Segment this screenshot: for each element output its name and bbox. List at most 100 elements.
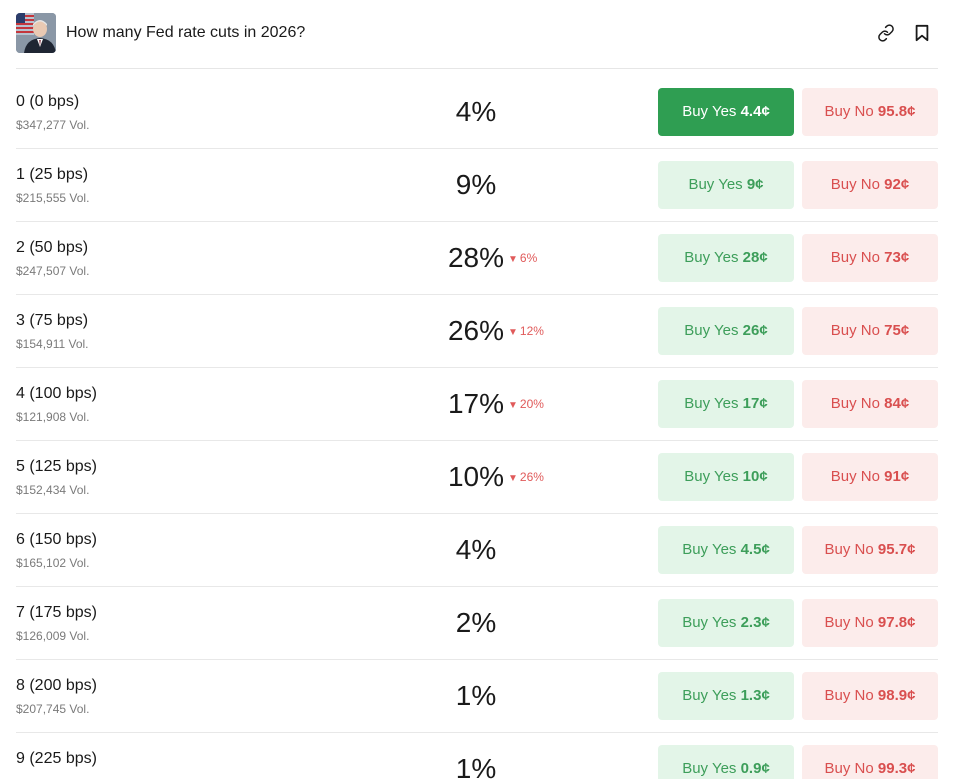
buy-no-price: 95.8¢ [877,103,916,120]
buy-yes-button[interactable]: Buy Yes 4.4¢ [658,88,794,136]
buy-no-price: 99.3¢ [877,760,916,777]
buy-no-price: 95.7¢ [877,541,916,558]
outcome-label: 4 (100 bps) [16,385,97,402]
avatar-image [16,13,56,53]
down-triangle-icon: ▼ [508,400,518,411]
bookmark-icon [915,24,929,42]
buy-yes-price: 1.3¢ [740,687,770,704]
down-triangle-icon: ▼ [508,473,518,484]
outcome-row[interactable]: 9 (225 bps) 1% Buy Yes 0.9¢ Buy No 99.3¢ [16,733,938,779]
buy-no-label: Buy No [830,322,880,339]
buy-yes-price: 9¢ [746,176,764,193]
buy-yes-price: 17¢ [742,395,768,412]
buy-no-label: Buy No [824,614,874,631]
buy-yes-button[interactable]: Buy Yes 2.3¢ [658,599,794,647]
outcome-label: 2 (50 bps) [16,239,89,256]
outcome-row[interactable]: 5 (125 bps) $152,434 Vol. 10% ▼ 26% Buy Yes 1… [16,441,938,514]
change-value: 20% [519,397,544,411]
outcome-label: 8 (200 bps) [16,677,97,694]
buy-no-button[interactable]: Buy No 97.8¢ [802,599,938,647]
buy-no-label: Buy No [830,395,880,412]
outcome-row[interactable]: 7 (175 bps) $126,009 Vol. 2% Buy Yes 2.3¢ Bu… [16,587,938,660]
outcome-row[interactable]: 6 (150 bps) $165,102 Vol. 4% Buy Yes 4.5¢ Bu… [16,514,938,587]
outcome-label: 9 (225 bps) [16,750,97,767]
buy-yes-button[interactable]: Buy Yes 9¢ [658,161,794,209]
outcome-row[interactable]: 2 (50 bps) $247,507 Vol. 28% ▼ 6% Buy Yes 28¢… [16,222,938,295]
probability-change: ▼ 20% [508,397,544,413]
buy-yes-label: Buy Yes [684,249,739,266]
outcome-label: 5 (125 bps) [16,458,97,475]
outcome-volume: $215,555 Vol. [16,191,90,205]
buy-yes-label: Buy Yes [682,103,737,120]
buy-yes-button[interactable]: Buy Yes 26¢ [658,307,794,355]
buy-yes-price: 28¢ [742,249,768,266]
buy-no-button[interactable]: Buy No 98.9¢ [802,672,938,720]
outcome-row[interactable]: 1 (25 bps) $215,555 Vol. 9% Buy Yes 9¢ Buy N… [16,149,938,222]
outcome-probability: 1% [455,753,497,779]
outcome-volume: $154,911 Vol. [16,337,89,351]
outcome-volume: $207,745 Vol. [16,702,90,716]
buy-yes-button[interactable]: Buy Yes 0.9¢ [658,745,794,779]
outcome-label: 3 (75 bps) [16,312,89,329]
buy-no-label: Buy No [830,176,880,193]
buy-no-price: 84¢ [884,395,910,412]
market-page: How many Fed rate cuts in 2026? 0 (0 bps… [0,0,968,779]
down-triangle-icon: ▼ [508,327,518,338]
market-avatar [16,13,56,53]
buy-yes-label: Buy Yes [684,322,739,339]
buy-no-price: 73¢ [884,249,910,266]
outcome-row[interactable]: 0 (0 bps) $347,277 Vol. 4% Buy Yes 4.4¢ Buy … [16,76,938,149]
outcome-probability: 2% [455,607,497,638]
copy-link-button[interactable] [874,21,898,45]
down-triangle-icon: ▼ [508,254,518,265]
outcome-row[interactable]: 4 (100 bps) $121,908 Vol. 17% ▼ 20% Buy Yes 1… [16,368,938,441]
buy-yes-button[interactable]: Buy Yes 1.3¢ [658,672,794,720]
outcome-label: 0 (0 bps) [16,93,80,110]
buy-yes-label: Buy Yes [684,468,739,485]
probability-change: ▼ 26% [508,470,544,486]
buy-yes-button[interactable]: Buy Yes 28¢ [658,234,794,282]
buy-yes-label: Buy Yes [688,176,743,193]
buy-yes-label: Buy Yes [682,614,737,631]
outcome-probability: 4% [455,534,497,565]
buy-yes-button[interactable]: Buy Yes 10¢ [658,453,794,501]
outcome-volume: $247,507 Vol. [16,264,90,278]
buy-no-button[interactable]: Buy No 84¢ [802,380,938,428]
buy-no-label: Buy No [824,687,874,704]
buy-yes-price: 4.5¢ [740,541,770,558]
buy-no-label: Buy No [824,103,874,120]
outcome-list: 0 (0 bps) $347,277 Vol. 4% Buy Yes 4.4¢ Buy … [0,76,968,779]
buy-yes-label: Buy Yes [682,687,737,704]
buy-yes-button[interactable]: Buy Yes 4.5¢ [658,526,794,574]
outcome-volume: $347,277 Vol. [16,118,90,132]
buy-yes-button[interactable]: Buy Yes 17¢ [658,380,794,428]
buy-yes-price: 2.3¢ [740,614,770,631]
outcome-row[interactable]: 3 (75 bps) $154,911 Vol. 26% ▼ 12% Buy Yes 26… [16,295,938,368]
buy-no-button[interactable]: Buy No 75¢ [802,307,938,355]
bookmark-button[interactable] [910,21,934,45]
buy-no-button[interactable]: Buy No 95.8¢ [802,88,938,136]
buy-no-button[interactable]: Buy No 91¢ [802,453,938,501]
outcome-probability: 1% [455,680,497,711]
buy-no-price: 97.8¢ [877,614,916,631]
market-header: How many Fed rate cuts in 2026? [0,0,968,68]
outcome-row[interactable]: 8 (200 bps) $207,745 Vol. 1% Buy Yes 1.3¢ Bu… [16,660,938,733]
buy-no-label: Buy No [830,249,880,266]
buy-yes-price: 26¢ [742,322,768,339]
buy-no-button[interactable]: Buy No 95.7¢ [802,526,938,574]
change-value: 12% [519,324,544,338]
change-value: 26% [519,470,544,484]
buy-yes-price: 0.9¢ [740,760,770,777]
probability-change: ▼ 12% [508,324,544,340]
buy-no-button[interactable]: Buy No 99.3¢ [802,745,938,779]
buy-no-button[interactable]: Buy No 73¢ [802,234,938,282]
buy-yes-label: Buy Yes [682,760,737,777]
buy-no-button[interactable]: Buy No 92¢ [802,161,938,209]
buy-no-price: 92¢ [884,176,910,193]
buy-no-price: 75¢ [884,322,910,339]
buy-yes-label: Buy Yes [684,395,739,412]
outcome-volume: $121,908 Vol. [16,410,90,424]
market-title: How many Fed rate cuts in 2026? [66,24,306,41]
outcome-label: 7 (175 bps) [16,604,97,621]
buy-no-label: Buy No [824,760,874,777]
